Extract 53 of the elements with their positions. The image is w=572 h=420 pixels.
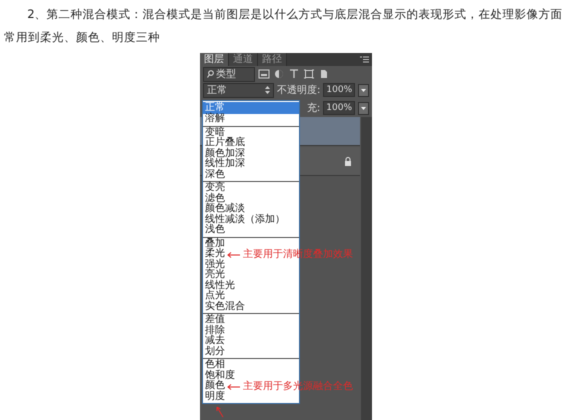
text-icon[interactable] xyxy=(288,69,300,79)
menu-item[interactable]: 正片叠底 xyxy=(203,138,245,148)
circle-icon[interactable] xyxy=(273,69,285,79)
menu-item[interactable]: 线性加深 xyxy=(203,159,245,170)
menu-item[interactable]: 正常 xyxy=(203,102,299,114)
transform-icon[interactable] xyxy=(303,69,315,79)
menu-item[interactable]: 明度 xyxy=(203,392,225,402)
menu-item[interactable]: 亮光 xyxy=(203,270,225,280)
menu-item[interactable]: 变亮 xyxy=(203,183,225,194)
scrollbar[interactable] xyxy=(361,117,372,420)
menu-item[interactable]: 叠加 xyxy=(203,238,225,249)
menu-item[interactable]: 线性光 xyxy=(203,280,235,291)
menu-item[interactable]: 色相 xyxy=(203,360,225,370)
menu-item[interactable]: 浅色 xyxy=(203,225,225,236)
menu-item[interactable]: 柔光 xyxy=(203,249,225,260)
menu-item[interactable]: 颜色加深 xyxy=(203,148,245,159)
menu-item[interactable]: 排除 xyxy=(203,326,225,336)
caret-icon xyxy=(361,106,366,110)
panel-tab[interactable]: 路径 xyxy=(258,53,287,66)
panel-tab[interactable]: 图层 xyxy=(200,53,229,66)
menu-item[interactable]: 饱和度 xyxy=(203,370,235,381)
menu-item[interactable]: 线性减淡（添加） xyxy=(203,214,285,225)
document-icon[interactable] xyxy=(318,69,330,79)
opacity-field[interactable]: 100% xyxy=(323,83,356,97)
blend-mode-dropdown[interactable]: 正常 xyxy=(203,82,274,98)
menu-item[interactable]: 实色混合 xyxy=(203,302,245,312)
menu-item[interactable]: 变暗 xyxy=(203,128,225,138)
updown-icon xyxy=(265,86,270,94)
menu-item[interactable]: 滤色 xyxy=(203,194,225,204)
arrow-icon xyxy=(227,384,240,390)
opacity-arrow-button[interactable] xyxy=(358,84,369,96)
fill-arrow-button[interactable] xyxy=(358,102,369,114)
arrow-icon xyxy=(216,406,225,418)
menu-item[interactable]: 深色 xyxy=(203,170,225,180)
menu-item[interactable]: 颜色减淡 xyxy=(203,204,245,214)
fill-label: 充: xyxy=(306,102,320,115)
menu-item[interactable]: 颜色 xyxy=(203,381,225,392)
arrow-icon xyxy=(227,252,240,258)
fill-field[interactable]: 100% xyxy=(323,101,355,115)
menu-item[interactable]: 溶解 xyxy=(203,114,225,124)
menu-item[interactable]: 减去 xyxy=(203,336,225,346)
menu-item[interactable]: 划分 xyxy=(203,346,225,357)
article-paragraph: 2、第二种混合模式：混合模式是当前图层是以什么方式与底层混合显示的表现形式，在处理影像方面常用到柔光、颜色、明度三种 xyxy=(3,6,564,46)
panel-tab[interactable]: 通道 xyxy=(229,53,258,66)
caret-icon xyxy=(361,88,366,92)
opacity-label: 不透明度: xyxy=(277,84,320,97)
image-icon[interactable] xyxy=(258,69,270,79)
menu-item[interactable]: 差值 xyxy=(203,315,225,326)
menu-item[interactable]: 强光 xyxy=(203,260,225,270)
menu-item[interactable]: 点光 xyxy=(203,291,225,302)
filter-dropdown[interactable]: 类型 xyxy=(203,66,255,82)
search-icon xyxy=(207,70,214,78)
menu-icon[interactable] xyxy=(360,56,369,63)
